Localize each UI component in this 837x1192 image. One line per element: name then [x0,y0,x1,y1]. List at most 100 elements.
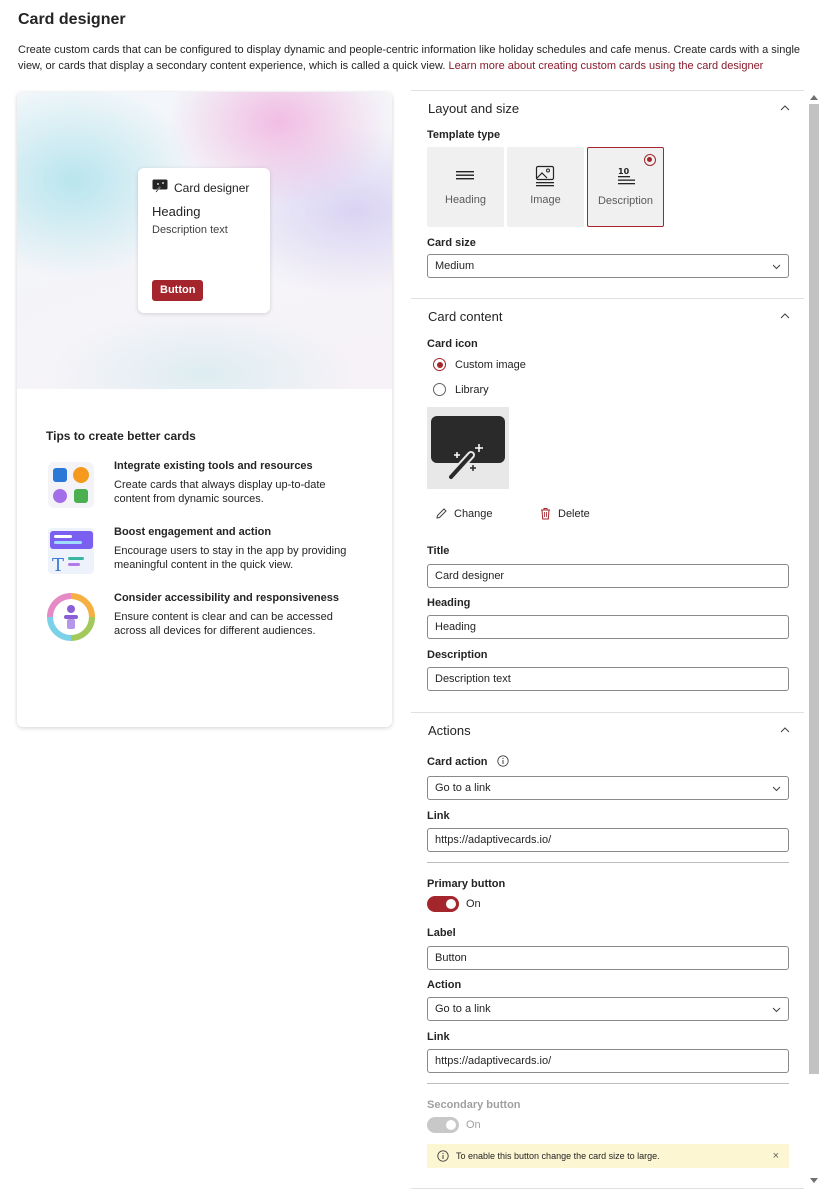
custom-image-icon [431,416,505,481]
heading-template-icon [456,171,474,180]
tip-item: Integrate existing tools and resources C… [46,460,366,510]
tip-title: Boost engagement and action [114,526,272,538]
page-title: Card designer [18,11,126,28]
card-icon-label: Card icon [427,338,478,350]
radio-custom-image[interactable]: Custom image [433,358,526,371]
page-description: Create custom cards that can be configur… [18,42,818,74]
divider [427,1083,789,1084]
card-action-label: Card action [427,755,509,768]
delete-icon-button[interactable]: Delete [539,507,590,520]
secondary-button-toggle[interactable] [427,1117,459,1133]
info-icon[interactable] [496,755,509,767]
tip-text: Ensure content is clear and can be acces… [114,611,333,637]
template-description[interactable]: 10 Description [587,147,664,227]
primary-link-input[interactable]: https://adaptivecards.io/ [427,1049,789,1073]
tip-item: Consider accessibility and responsivenes… [46,592,366,642]
preview-card-title: Card designer [174,180,250,195]
action-label: Action [427,979,462,991]
info-message-text: To enable this button change the card si… [456,1151,660,1161]
title-input[interactable]: Card designer [427,564,789,588]
template-heading[interactable]: Heading [427,147,504,227]
scrollbar[interactable] [807,92,821,1190]
description-template-icon: 10 [618,167,635,185]
chevron-up-icon[interactable] [780,103,790,113]
heading-label: Heading [427,597,471,609]
preview-card-heading: Heading [152,204,201,219]
primary-button-state: On [466,898,481,910]
change-icon-button[interactable]: Change [435,507,493,520]
settings-panel: Layout and size Template type Heading Im… [411,90,804,1190]
preview-panel: Card designer Heading Description text B… [17,92,392,727]
scroll-down-arrow-icon[interactable] [810,1178,818,1184]
selected-indicator [644,154,656,166]
card-size-select[interactable]: Medium [427,254,789,278]
chevron-down-icon [772,264,781,270]
radio-library[interactable]: Library [433,383,489,396]
engagement-icon: T [46,526,96,576]
template-label: Heading [445,194,486,206]
primary-link-label: Link [427,1031,450,1043]
card-size-value: Medium [435,260,475,272]
template-label: Image [530,194,561,206]
card-icon-preview [427,407,509,489]
link-input[interactable]: https://adaptivecards.io/ [427,828,789,852]
chevron-down-icon [772,786,781,792]
chevron-down-icon [772,1007,781,1013]
pencil-icon [436,508,447,519]
tip-item: T Boost engagement and action Encourage … [46,526,366,576]
integrate-tools-icon [46,460,96,510]
template-label: Description [597,195,654,207]
radio-button[interactable] [433,358,446,371]
description-input[interactable]: Description text [427,667,789,691]
divider [427,862,789,863]
preview-card: Card designer Heading Description text B… [138,168,270,313]
radio-label: Custom image [455,358,526,371]
radio-button[interactable] [433,383,446,396]
primary-button-toggle[interactable] [427,896,459,912]
action-select[interactable]: Go to a link [427,997,789,1021]
actions-section-title: Actions [428,723,471,738]
layout-section-title: Layout and size [428,101,520,116]
primary-button-label: Primary button [427,878,506,890]
scrollbar-thumb[interactable] [809,104,819,1074]
content-section-title: Card content [428,309,503,324]
section-divider [411,712,804,713]
scroll-up-arrow-icon[interactable] [810,94,818,100]
preview-card-description: Description text [152,224,228,236]
card-action-select[interactable]: Go to a link [427,776,789,800]
preview-card-button[interactable]: Button [152,280,204,301]
svg-text:T: T [52,555,64,576]
learn-more-link[interactable]: Learn more about creating custom cards u… [448,60,763,72]
secondary-button-label: Secondary button [427,1099,521,1111]
tips-title: Tips to create better cards [46,429,196,443]
template-image[interactable]: Image [507,147,584,227]
card-size-label: Card size [427,237,476,249]
heading-input[interactable]: Heading [427,615,789,639]
info-message-bar: To enable this button change the card si… [427,1144,789,1168]
tip-text: Create cards that always display up-to-d… [114,479,326,505]
image-template-icon [535,165,555,187]
chevron-up-icon[interactable] [780,725,790,735]
tip-title: Integrate existing tools and resources [114,460,313,472]
close-icon[interactable]: × [773,1144,779,1168]
accessibility-icon [46,592,96,642]
section-divider [411,298,804,299]
radio-label: Library [455,383,489,396]
card-action-value: Go to a link [435,782,491,794]
delete-label: Delete [558,507,590,520]
preview-card-header: Card designer [152,179,249,196]
chevron-up-icon[interactable] [780,311,790,321]
tip-text: Encourage users to stay in the app by pr… [114,545,347,571]
tip-title: Consider accessibility and responsivenes… [114,592,339,604]
card-action-label-text: Card action [427,756,488,768]
svg-text:10: 10 [618,167,630,176]
template-type-label: Template type [427,129,501,141]
label-label: Label [427,927,456,939]
link-label: Link [427,810,450,822]
label-input[interactable]: Button [427,946,789,970]
card-designer-icon [152,179,168,196]
description-label: Description [427,649,488,661]
info-icon [437,1150,449,1162]
change-label: Change [454,507,493,520]
title-label: Title [427,545,450,557]
